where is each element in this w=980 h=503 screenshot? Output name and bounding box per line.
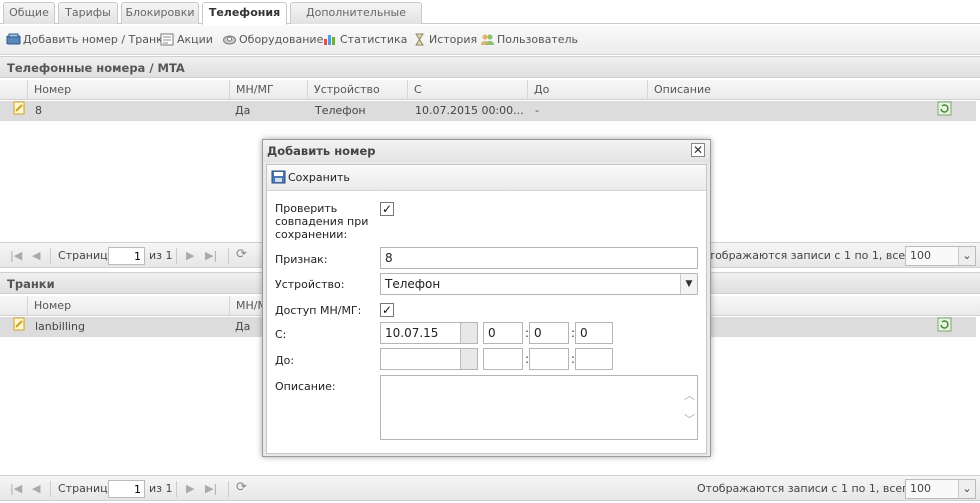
col-device[interactable]: Устройство — [307, 80, 407, 100]
to-label: До: — [275, 354, 295, 367]
equipment-button[interactable]: Оборудование — [222, 31, 323, 49]
from-seconds-field[interactable]: 0 — [575, 322, 613, 344]
refresh-row-icon[interactable] — [931, 317, 952, 332]
save-button[interactable]: Сохранить — [271, 169, 350, 187]
tab-telephony[interactable]: Телефония — [202, 2, 287, 25]
actions-icon — [160, 33, 175, 46]
close-icon[interactable]: ✕ — [691, 143, 705, 157]
refresh-icon[interactable]: ⟳ — [236, 480, 247, 495]
page-size-select[interactable]: 100 ⌄ — [905, 479, 976, 499]
last-page-icon[interactable]: ▶| — [205, 249, 217, 262]
prev-page-icon[interactable]: ◀ — [32, 482, 40, 495]
mn-access-checkbox[interactable]: ✓ — [380, 303, 394, 317]
trunks-pager: |◀ ◀ Страница из 1 ▶ ▶| ⟳ Отображаются з… — [0, 475, 980, 501]
prev-page-icon[interactable]: ◀ — [32, 249, 40, 262]
check-duplicates-label: Проверить совпадения при сохранении: — [275, 202, 369, 241]
tab-tariffs[interactable]: Тарифы — [58, 2, 118, 24]
mn-access-label: Доступ МН/МГ: — [275, 304, 362, 317]
from-hours-field[interactable]: 0 — [483, 322, 523, 344]
check-duplicates-checkbox[interactable]: ✓ — [380, 202, 394, 216]
from-label: С: — [275, 328, 287, 341]
to-date-field[interactable] — [380, 348, 478, 370]
pager-separator — [228, 248, 229, 264]
from-date-field[interactable]: 10.07.15 — [380, 322, 478, 344]
toolbar: Добавить номер / Транк Акции Оборудовани… — [0, 25, 980, 55]
scroll-up-icon[interactable]: ︿ — [684, 386, 695, 406]
equipment-icon — [222, 33, 237, 46]
user-button[interactable]: Пользователь — [480, 31, 578, 49]
dialog-toolbar: Сохранить — [267, 165, 706, 191]
sign-label: Признак: — [275, 253, 328, 266]
page-input[interactable] — [108, 247, 145, 265]
scroll-down-icon[interactable]: ﹀ — [684, 410, 695, 430]
to-seconds-field[interactable] — [575, 348, 613, 370]
actions-button[interactable]: Акции — [160, 31, 213, 49]
pager-separator — [50, 248, 51, 264]
chevron-down-icon: ⌄ — [958, 480, 975, 498]
tab-bar: Общие Тарифы Блокировки Телефония Дополн… — [0, 0, 980, 39]
chevron-down-icon: ⌄ — [958, 247, 975, 265]
history-button[interactable]: История — [412, 31, 477, 49]
tab-blocks[interactable]: Блокировки — [121, 2, 199, 24]
table-row[interactable]: 8 Да Телефон 10.07.2015 00:00... - — [0, 101, 976, 121]
col-number[interactable]: Номер — [27, 80, 229, 100]
save-icon — [271, 170, 286, 184]
description-label: Описание: — [275, 380, 336, 393]
add-number-dialog: Добавить номер ✕ Сохранить Проверить сов… — [262, 139, 711, 457]
first-page-icon[interactable]: |◀ — [10, 249, 22, 262]
edit-icon[interactable] — [7, 317, 25, 331]
pager-separator — [228, 481, 229, 497]
device-label: Устройство: — [275, 278, 345, 291]
dialog-title: Добавить номер — [263, 140, 710, 162]
page-size-select[interactable]: 100 ⌄ — [905, 246, 976, 266]
phones-table-header: Номер МН/МГ Устройство С До Описание — [0, 80, 980, 100]
chevron-down-icon: ▼ — [680, 274, 697, 294]
statistics-button[interactable]: Статистика — [323, 31, 407, 49]
tab-extra-fields[interactable]: Дополнительные поля — [290, 2, 422, 39]
pager-separator — [50, 481, 51, 497]
dialog-body: Сохранить Проверить совпадения при сохра… — [266, 164, 707, 454]
phones-section-title: Телефонные номера / MTA — [0, 56, 980, 78]
first-page-icon[interactable]: |◀ — [10, 482, 22, 495]
next-page-icon[interactable]: ▶ — [186, 482, 194, 495]
refresh-row-icon[interactable] — [931, 101, 952, 116]
device-select[interactable]: Телефон ▼ — [380, 273, 698, 295]
users-icon — [480, 33, 495, 46]
col-from[interactable]: С — [407, 80, 527, 100]
next-page-icon[interactable]: ▶ — [186, 249, 194, 262]
calendar-icon[interactable] — [460, 323, 477, 343]
sign-field[interactable]: 8 — [380, 247, 698, 269]
pager-separator — [176, 481, 177, 497]
last-page-icon[interactable]: ▶| — [205, 482, 217, 495]
to-hours-field[interactable] — [483, 348, 523, 370]
bar-chart-icon — [323, 33, 338, 46]
tab-general[interactable]: Общие — [3, 2, 55, 24]
col-mn[interactable]: МН/МГ — [229, 80, 307, 100]
page-input[interactable] — [108, 480, 145, 498]
edit-icon[interactable] — [7, 101, 25, 115]
calendar-icon[interactable] — [460, 349, 477, 369]
from-minutes-field[interactable]: 0 — [529, 322, 569, 344]
col-description[interactable]: Описание — [647, 80, 980, 100]
hourglass-icon — [412, 33, 427, 46]
col-number[interactable]: Номер — [27, 296, 229, 316]
description-textarea[interactable]: ︿ ﹀ — [380, 375, 698, 440]
to-minutes-field[interactable] — [529, 348, 569, 370]
add-number-button[interactable]: Добавить номер / Транк — [6, 31, 163, 49]
refresh-icon[interactable]: ⟳ — [236, 247, 247, 262]
phone-add-icon — [6, 33, 21, 46]
pager-separator — [176, 248, 177, 264]
col-to[interactable]: До — [527, 80, 647, 100]
